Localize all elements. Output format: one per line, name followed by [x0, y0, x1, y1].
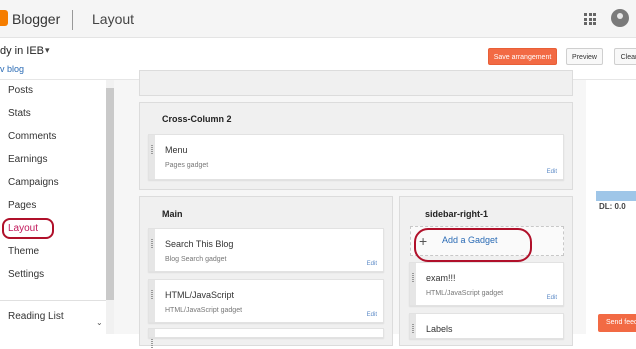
- sidebar-item-theme[interactable]: Theme: [8, 246, 39, 257]
- drag-handle[interactable]: [149, 280, 155, 322]
- annotation-circle-add-gadget: [414, 228, 532, 262]
- gadget-type: HTML/JavaScript gadget: [165, 307, 243, 314]
- gadget-title: Search This Blog: [165, 239, 234, 249]
- gadget-partial[interactable]: [148, 328, 384, 349]
- chevron-down-icon[interactable]: ⌄: [96, 318, 103, 327]
- gadget-type: Blog Search gadget: [165, 256, 227, 263]
- drag-handle[interactable]: [410, 263, 416, 305]
- edit-link[interactable]: Edit: [367, 261, 377, 267]
- sidebar-item-settings[interactable]: Settings: [8, 269, 44, 280]
- dl-indicator-bar: [596, 191, 636, 201]
- edit-link[interactable]: Edit: [367, 312, 377, 318]
- drag-handle[interactable]: [410, 314, 416, 338]
- sidebar-item-stats[interactable]: Stats: [8, 108, 31, 119]
- layout-section-top: [139, 70, 573, 96]
- sidebar-item-pages[interactable]: Pages: [8, 200, 36, 211]
- preview-button[interactable]: Preview: [566, 48, 603, 65]
- sidebar-divider: [0, 300, 106, 301]
- section-title: Cross-Column 2: [162, 114, 232, 124]
- page-title: Layout: [92, 11, 135, 27]
- sidebar-item-reading-list[interactable]: Reading List: [8, 311, 64, 322]
- account-avatar-icon[interactable]: [611, 9, 629, 27]
- header-divider: [72, 10, 73, 30]
- send-feedback-button[interactable]: Send feed: [598, 314, 636, 332]
- sidebar-scrollbar-thumb[interactable]: [106, 88, 114, 300]
- apps-grid-icon[interactable]: [584, 13, 596, 25]
- gadget-html-javascript[interactable]: HTML/JavaScript HTML/JavaScript gadget E…: [148, 279, 384, 323]
- gadget-exam[interactable]: exam!!! HTML/JavaScript gadget Edit: [409, 262, 564, 306]
- top-bar: Blogger Layout: [0, 0, 636, 38]
- gadget-title: exam!!!: [426, 273, 456, 283]
- brand-name[interactable]: Blogger: [12, 11, 60, 27]
- edit-link[interactable]: Edit: [547, 169, 557, 175]
- sidebar-item-campaigns[interactable]: Campaigns: [8, 177, 59, 188]
- blogger-logo-icon[interactable]: [0, 10, 8, 26]
- section-title: sidebar-right-1: [425, 209, 489, 219]
- blog-selector[interactable]: dy in IEB: [0, 45, 44, 57]
- sidebar-item-comments[interactable]: Comments: [8, 131, 56, 142]
- dl-indicator-text: DL: 0.0: [599, 202, 626, 211]
- drag-handle[interactable]: [149, 229, 155, 271]
- gadget-menu[interactable]: Menu Pages gadget Edit: [148, 134, 564, 180]
- chevron-down-icon[interactable]: ▾: [45, 45, 50, 56]
- gadget-title: Menu: [165, 145, 188, 155]
- annotation-circle-layout: [2, 218, 54, 239]
- edit-link[interactable]: Edit: [547, 295, 557, 301]
- section-title: Main: [162, 209, 183, 219]
- gadget-title: Labels: [426, 324, 453, 334]
- gadget-labels[interactable]: Labels: [409, 313, 564, 339]
- view-blog-link[interactable]: v blog: [0, 64, 24, 74]
- gadget-search-this-blog[interactable]: Search This Blog Blog Search gadget Edit: [148, 228, 384, 272]
- drag-handle[interactable]: [149, 135, 155, 179]
- sidebar-item-posts[interactable]: Posts: [8, 85, 33, 96]
- drag-handle[interactable]: [149, 329, 155, 349]
- gadget-title: HTML/JavaScript: [165, 290, 235, 300]
- gadget-type: HTML/JavaScript gadget: [426, 290, 504, 297]
- clear-button[interactable]: Clear: [614, 48, 636, 65]
- gadget-type: Pages gadget: [165, 162, 209, 169]
- sidebar-item-earnings[interactable]: Earnings: [8, 154, 47, 165]
- save-arrangement-button[interactable]: Save arrangement: [488, 48, 557, 65]
